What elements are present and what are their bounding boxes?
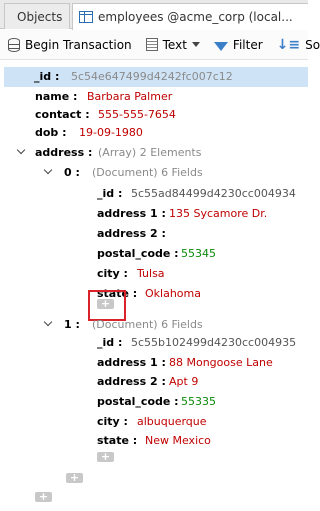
collapse-caret-icon[interactable] (44, 319, 53, 328)
text-icon (145, 38, 158, 51)
field-value: 55345 (181, 247, 216, 260)
filter-label: Filter (232, 37, 263, 52)
collapse-caret-icon[interactable] (44, 167, 53, 176)
field-key: address 2 : (97, 227, 166, 240)
field-value: New Mexico (145, 434, 211, 447)
field-value: 135 Sycamore Dr. (169, 207, 268, 220)
begin-transaction-button[interactable]: Begin Transaction (0, 33, 138, 57)
field-value: 55335 (181, 395, 216, 408)
document-tree: _id : 5c54e647499d4242fc007c12 name : Ba… (0, 61, 308, 511)
add-root-field-button[interactable]: + (35, 491, 52, 502)
field-value: albuquerque (137, 415, 207, 428)
begin-transaction-label: Begin Transaction (25, 37, 132, 52)
tab-employees[interactable]: employees @acme_corp (local... (72, 3, 308, 30)
field-key: postal_code : (97, 247, 179, 260)
add-field-button[interactable]: + (97, 298, 114, 309)
field-row-address[interactable]: address : (Array) 2 Elements (0, 143, 300, 163)
field-value: 5c55ad84499d4230cc004934 (131, 187, 296, 200)
table-icon (79, 11, 93, 23)
text-view-dropdown[interactable]: Text (138, 33, 206, 57)
field-value: 555-555-7654 (98, 108, 176, 121)
tab-objects-label: Objects (17, 9, 63, 24)
add-element-button[interactable]: + (66, 472, 83, 483)
field-value: 88 Mongoose Lane (169, 356, 273, 369)
sort-icon: ↓≡ (276, 36, 301, 53)
database-icon (8, 37, 20, 52)
filter-icon (213, 41, 228, 51)
tab-bar: Objects employees @acme_corp (local... (0, 0, 308, 30)
field-row-id[interactable]: _id : 5c54e647499d4242fc007c12 (4, 67, 308, 87)
sort-label: Sort (305, 37, 320, 52)
element-index: 1 : (64, 318, 80, 331)
field-key: address 2 : (97, 375, 166, 388)
field-key: _id : (97, 336, 123, 349)
field-value: Oklahoma (145, 287, 201, 300)
field-key: address : (35, 146, 93, 159)
field-meta: (Array) 2 Elements (98, 146, 202, 159)
element-meta: (Document) 6 Fields (92, 166, 203, 179)
field-value: Barbara Palmer (87, 90, 173, 103)
toolbar: Begin Transaction Text Filter ↓≡ Sort (0, 30, 320, 60)
field-key: _id : (97, 187, 123, 200)
field-key: name : (35, 90, 78, 103)
add-field-button[interactable]: + (97, 451, 114, 462)
field-value: Apt 9 (169, 375, 199, 388)
text-label: Text (162, 37, 187, 52)
array-element-0[interactable]: 0 : (Document) 6 Fields (0, 163, 300, 183)
filter-button[interactable]: Filter (206, 33, 269, 57)
field-key: _id : (34, 70, 60, 83)
field-key: city : (97, 267, 128, 280)
field-key: postal_code : (97, 395, 179, 408)
element-meta: (Document) 6 Fields (92, 318, 203, 331)
field-value: Tulsa (137, 267, 165, 280)
sort-button[interactable]: ↓≡ Sort (269, 33, 320, 57)
tab-objects[interactable]: Objects (4, 3, 70, 29)
field-value: 19-09-1980 (79, 126, 143, 139)
field-value: 5c55b102499d4230cc004935 (131, 336, 297, 349)
field-key: state : (97, 434, 138, 447)
field-key: address 1 : (97, 356, 166, 369)
field-key: address 1 : (97, 207, 166, 220)
chevron-down-icon (191, 42, 200, 47)
element-index: 0 : (64, 166, 80, 179)
field-key: dob : (35, 126, 67, 139)
tab-employees-label: employees @acme_corp (local... (98, 10, 293, 24)
field-key: city : (97, 415, 128, 428)
field-key: contact : (35, 108, 90, 121)
array-element-1[interactable]: 1 : (Document) 6 Fields (0, 315, 300, 335)
field-value: 5c54e647499d4242fc007c12 (71, 70, 233, 83)
collapse-caret-icon[interactable] (17, 147, 26, 156)
